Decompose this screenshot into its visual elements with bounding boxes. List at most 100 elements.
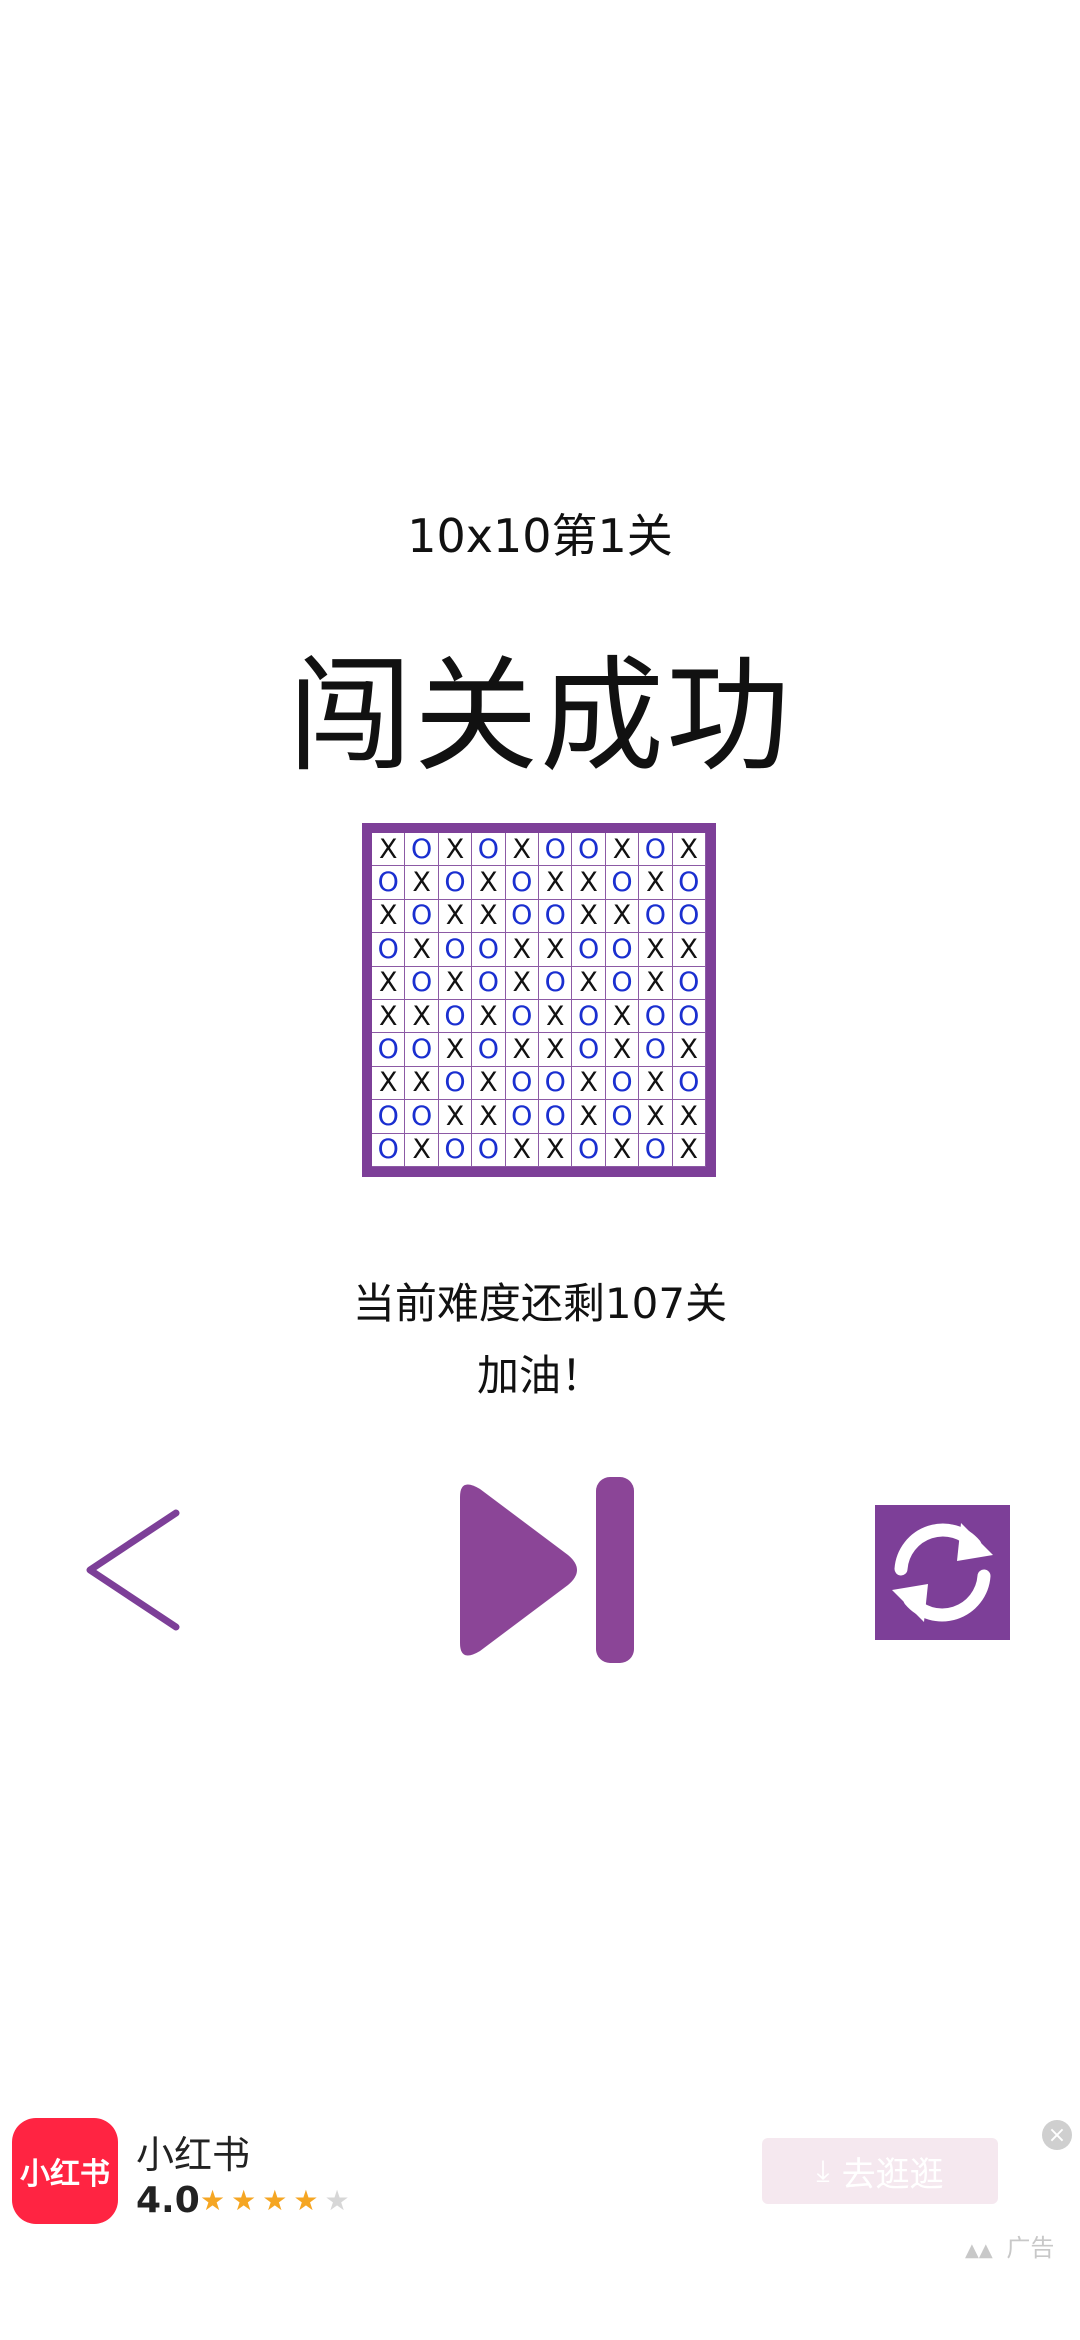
ad-banner[interactable]: 小红书 小红书 4.0 ★★★★★ ⤓ 去逛逛 × ▲▲ 广告	[0, 2100, 1080, 2340]
board-cell: X	[405, 866, 439, 900]
board-cell: X	[372, 1000, 406, 1034]
cheer-text: 加油！	[476, 1351, 603, 1400]
board-cell: O	[572, 833, 606, 867]
star-icon: ★	[262, 2184, 294, 2217]
board-cell: O	[639, 1133, 673, 1167]
board-cell: O	[438, 1000, 473, 1034]
board-cell: X	[405, 1133, 439, 1167]
star-icon: ★	[293, 2184, 325, 2217]
board-cell: O	[539, 899, 573, 934]
board-cell: X	[405, 1066, 439, 1101]
ad-app-name[interactable]: 小红书	[136, 2124, 250, 2179]
board-cell: X	[505, 1133, 539, 1167]
board-cell: O	[472, 966, 506, 1000]
board-cell: X	[505, 833, 539, 867]
ad-tag-label: 广告	[1006, 2234, 1055, 2262]
board-cell: X	[472, 899, 506, 934]
board-cell: X	[438, 1100, 473, 1134]
board-cell: X	[472, 1066, 506, 1101]
board-cell: O	[539, 966, 573, 1000]
game-board: XOXOXOOXOXOXOXOXXOXOXOXXOOXXOOOXOOXXOOXX…	[362, 823, 716, 1177]
board-cell: O	[405, 1033, 439, 1067]
board-cell: O	[672, 1066, 706, 1101]
board-cell: O	[539, 833, 573, 867]
board-cell: X	[672, 1033, 706, 1067]
board-cell: O	[405, 833, 439, 867]
board-cell: O	[639, 833, 673, 867]
board-cell: O	[472, 1133, 506, 1167]
board-cell: O	[639, 1033, 673, 1067]
board-cell: O	[572, 1133, 606, 1167]
board-cell: O	[405, 899, 439, 934]
board-cell: X	[572, 1066, 606, 1101]
board-cell: O	[505, 866, 539, 900]
board-cell: O	[472, 1033, 506, 1067]
board-cell: X	[372, 899, 406, 934]
board-cell: X	[672, 1133, 706, 1167]
board-cell: O	[605, 933, 640, 967]
board-cell: X	[539, 1000, 573, 1034]
star-icon: ★	[231, 2184, 263, 2217]
board-cell: X	[405, 933, 439, 967]
board-cell: O	[672, 866, 706, 900]
board-cell: O	[405, 1100, 439, 1134]
board-cell: X	[405, 1000, 439, 1034]
board-cell: O	[438, 866, 473, 900]
board-cell: X	[505, 1033, 539, 1067]
close-icon: ×	[1047, 2122, 1067, 2148]
board-cell: X	[572, 866, 606, 900]
board-cell: O	[672, 1000, 706, 1034]
board-cell: X	[605, 899, 640, 934]
board-cell: O	[505, 1000, 539, 1034]
board-cell: X	[472, 1100, 506, 1134]
board-cell: X	[438, 966, 473, 1000]
board-cell: O	[372, 1033, 406, 1067]
board-cell: X	[605, 833, 640, 867]
board-cell: O	[539, 1066, 573, 1101]
board-cell: O	[505, 1066, 539, 1101]
board-cell: X	[639, 966, 673, 1000]
board-cell: X	[539, 1133, 573, 1167]
board-cell: X	[472, 866, 506, 900]
board-cell: O	[372, 1100, 406, 1134]
board-cell: O	[605, 1066, 640, 1101]
remaining-levels-text: 当前难度还剩107关	[352, 1279, 728, 1328]
board-cell: X	[539, 1033, 573, 1067]
board-cell: X	[472, 1000, 506, 1034]
ad-button-label: 去逛逛	[841, 2154, 944, 2195]
board-grid: XOXOXOOXOXOXOXOXXOXOXOXXOOXXOOOXOOXXOOXX…	[372, 833, 706, 1167]
ad-close-button[interactable]: ×	[1042, 2120, 1072, 2150]
board-cell: X	[438, 899, 473, 934]
board-cell: O	[672, 899, 706, 934]
board-cell: X	[572, 1100, 606, 1134]
ad-tag: ▲▲ 广告	[965, 2228, 1054, 2263]
board-cell: X	[505, 966, 539, 1000]
board-cell: X	[605, 1033, 640, 1067]
board-cell: X	[372, 1066, 406, 1101]
ad-rating-value: 4.0	[136, 2180, 200, 2221]
ad-visit-button[interactable]: ⤓ 去逛逛	[762, 2138, 998, 2204]
board-cell: X	[639, 1066, 673, 1101]
board-cell: O	[372, 933, 406, 967]
ad-network-icon: ▲▲	[965, 2240, 993, 2261]
board-cell: X	[438, 1033, 473, 1067]
board-cell: X	[438, 833, 473, 867]
board-cell: X	[572, 899, 606, 934]
board-cell: X	[372, 966, 406, 1000]
board-cell: O	[639, 899, 673, 934]
board-cell: X	[372, 833, 406, 867]
board-cell: X	[639, 866, 673, 900]
previous-level-button[interactable]	[78, 1505, 188, 1635]
board-cell: O	[372, 866, 406, 900]
star-icon: ★	[200, 2184, 232, 2217]
skip-next-icon	[460, 1477, 634, 1663]
next-level-button[interactable]	[440, 1475, 640, 1665]
restart-level-button[interactable]	[875, 1505, 1010, 1640]
board-cell: X	[605, 1133, 640, 1167]
board-cell: O	[505, 1100, 539, 1134]
refresh-icon	[892, 1523, 993, 1622]
board-cell: O	[405, 966, 439, 1000]
app-logo[interactable]: 小红书	[12, 2118, 118, 2224]
rating-stars: ★★★★★	[200, 2184, 356, 2217]
board-cell: X	[672, 933, 706, 967]
